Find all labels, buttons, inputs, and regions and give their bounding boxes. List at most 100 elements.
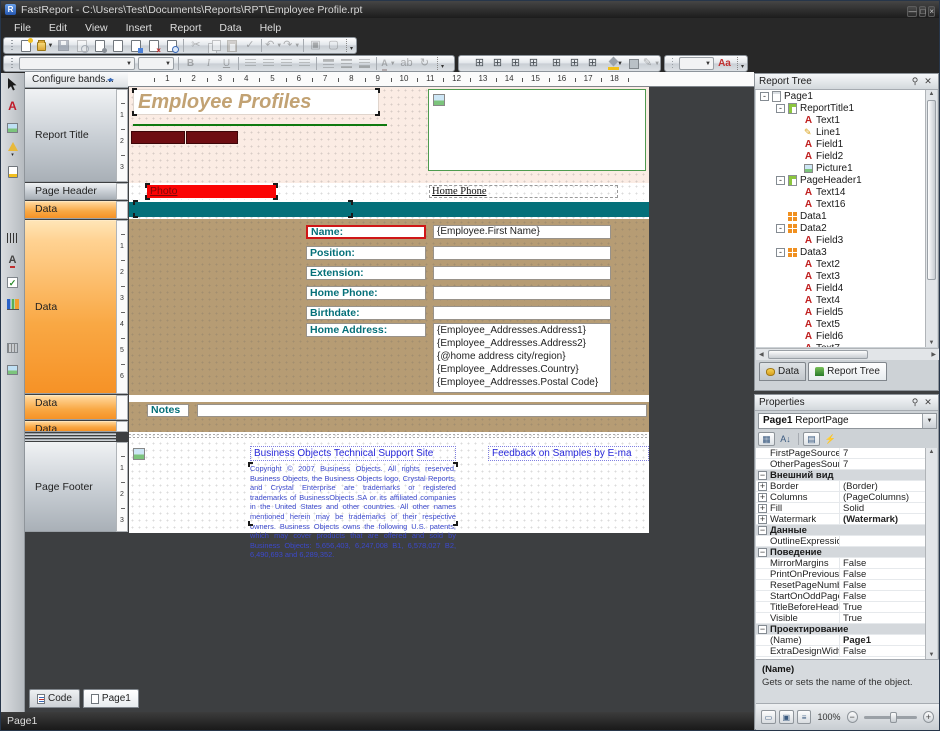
property-row[interactable]: StartOnOddPageFalse [756, 591, 927, 602]
tree-item-line1[interactable]: ✎Line1 [756, 126, 927, 138]
page-settings-button[interactable] [91, 38, 108, 53]
minimize-button[interactable]: — [907, 6, 917, 17]
subreport-tool[interactable] [4, 164, 22, 180]
chevron-down-icon[interactable]: ▼ [705, 61, 711, 67]
copyright-text-object[interactable]: Copyright © 2007 Business Objects. All r… [250, 464, 456, 524]
maximize-button[interactable]: □ [919, 6, 926, 17]
field-label-extension[interactable]: Extension: [306, 266, 426, 280]
expand-icon[interactable]: + [758, 515, 767, 524]
property-row[interactable]: ExtraDesignWidtlFalse [756, 646, 927, 657]
property-row[interactable]: OutlineExpressior [756, 536, 927, 547]
field2-object[interactable] [186, 131, 238, 144]
property-category[interactable]: −Данные [756, 525, 927, 536]
tree-item-text4[interactable]: AText4 [756, 294, 927, 306]
selection-handle[interactable] [132, 111, 137, 116]
tree-item-page1[interactable]: -Page1 [756, 90, 927, 102]
property-row[interactable]: OtherPagesSourc7 [756, 459, 927, 470]
property-value[interactable]: False [840, 646, 927, 657]
tree-item-field5[interactable]: AField5 [756, 306, 927, 318]
notes-value-object[interactable] [197, 404, 647, 417]
menu-help[interactable]: Help [251, 20, 291, 36]
selected-text-object[interactable] [135, 202, 351, 216]
notes-label-object[interactable]: Notes [147, 404, 189, 417]
zoom-in-button[interactable]: + [923, 711, 934, 723]
property-value[interactable]: Page1 [840, 635, 927, 646]
field-label-homeaddress[interactable]: Home Address: [306, 323, 426, 337]
property-row[interactable]: +Watermark(Watermark) [756, 514, 927, 525]
band-data-4[interactable]: Data [25, 395, 116, 420]
property-value[interactable]: 7 [840, 448, 927, 459]
tree-item-data3[interactable]: -Data3 [756, 246, 927, 258]
scroll-down-icon[interactable]: ▼ [926, 340, 937, 346]
object-selector-dropdown[interactable]: Page1 ReportPage ▼ [758, 413, 937, 429]
band-data-2[interactable]: Data [25, 201, 116, 219]
photo-label-object[interactable]: Photo [147, 185, 276, 198]
tree-item-field4[interactable]: AField4 [756, 282, 927, 294]
field-label-homephone[interactable]: Home Phone: [306, 286, 426, 300]
page-footer-band[interactable]: Business Objects Technical Support Site … [129, 440, 649, 533]
copy-page-button[interactable] [127, 38, 144, 53]
property-row[interactable]: (Name)Page1 [756, 635, 927, 646]
page-properties-button[interactable] [163, 38, 180, 53]
collapse-icon[interactable]: − [758, 471, 767, 480]
tree-item-text2[interactable]: AText2 [756, 258, 927, 270]
expand-icon[interactable]: + [758, 493, 767, 502]
toolbar-grip[interactable] [11, 40, 13, 51]
property-value[interactable]: False [840, 558, 927, 569]
style-select[interactable]: ▼ [679, 57, 714, 70]
property-row[interactable]: +FillSolid [756, 503, 927, 514]
selection-handle[interactable] [248, 521, 253, 526]
field-label-birthdate[interactable]: Birthdate: [306, 306, 426, 320]
menu-insert[interactable]: Insert [117, 20, 161, 36]
border-right-button[interactable]: ⊞ [525, 56, 542, 71]
property-row[interactable]: +Columns(PageColumns) [756, 492, 927, 503]
close-icon[interactable]: ✕ [922, 76, 934, 87]
tree-expander-icon[interactable]: - [760, 92, 769, 101]
chevron-down-icon[interactable]: ▼ [165, 61, 171, 67]
text-object-tool[interactable]: A [4, 98, 22, 114]
shapes-tool[interactable]: ▾ [4, 142, 22, 158]
data1-band[interactable] [129, 200, 649, 219]
pin-icon[interactable]: ⚲ [908, 397, 922, 408]
selection-handle[interactable] [145, 183, 150, 188]
data4-band[interactable]: Notes [129, 395, 649, 421]
zoom-whole-page-button[interactable]: ▣ [779, 710, 794, 724]
collapse-icon[interactable]: − [758, 548, 767, 557]
zoom-slider-thumb[interactable] [890, 712, 897, 723]
selection-handle[interactable] [133, 200, 138, 205]
property-value[interactable]: False [840, 569, 927, 580]
picture-object-tool[interactable] [4, 120, 22, 136]
table-tool[interactable] [4, 186, 22, 202]
band-data-5[interactable]: Data [25, 421, 116, 432]
tree-vertical-scrollbar[interactable]: ▲ ▼ [925, 90, 937, 347]
selection-handle[interactable] [348, 200, 353, 205]
home-address-value[interactable]: {Employee_Addresses.Address1}{Employee_A… [433, 323, 611, 393]
band-data-3[interactable]: Data [25, 220, 116, 394]
tree-item-field6[interactable]: AField6 [756, 330, 927, 342]
tree-horizontal-scrollbar[interactable]: ◀ ▶ [756, 348, 939, 360]
feedback-link-object[interactable]: Feedback on Samples by E-ma [488, 446, 649, 461]
data5-band[interactable] [129, 421, 649, 432]
property-category[interactable]: −Поведение [756, 547, 927, 558]
toolbar-grip[interactable] [672, 58, 673, 69]
property-value[interactable]: (PageColumns) [840, 492, 927, 503]
chevron-down-icon[interactable]: ▼ [48, 43, 54, 49]
selection-handle[interactable] [348, 213, 353, 218]
divider-line-object[interactable] [133, 124, 387, 126]
zoom-slider[interactable] [864, 716, 917, 719]
matrix-tool[interactable] [4, 208, 22, 224]
tree-item-text3[interactable]: AText3 [756, 270, 927, 282]
property-value[interactable]: (Watermark) [840, 514, 927, 525]
property-category[interactable]: −Внешний вид [756, 470, 927, 481]
band-splitter[interactable] [25, 439, 116, 441]
chart-tool[interactable] [4, 296, 22, 312]
field-value-0[interactable]: {Employee.First Name} [433, 225, 611, 239]
tree-item-text5[interactable]: AText5 [756, 318, 927, 330]
property-row[interactable]: TitleBeforeHeadeTrue [756, 602, 927, 613]
text-style-button[interactable]: Aa [716, 56, 733, 71]
toolbar-options-icon[interactable]: ▾ [437, 57, 444, 70]
selection-handle[interactable] [375, 88, 380, 93]
collapse-icon[interactable]: − [758, 625, 767, 634]
property-value[interactable]: True [840, 613, 927, 624]
property-value[interactable]: True [840, 602, 927, 613]
